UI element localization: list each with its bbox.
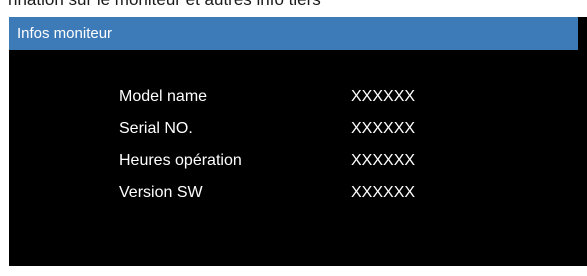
clipped-page-caption: nnation sur le moniteur et autres info t… [0,0,587,11]
info-label: Heures opération [119,152,242,169]
info-value: XXXXXX [351,88,416,105]
info-value: XXXXXX [351,184,416,201]
info-row-operating-hours: Heures opération XXXXXX [9,149,578,173]
info-value: XXXXXX [351,152,416,169]
info-label: Model name [119,88,208,105]
title-bar: Infos moniteur [9,17,578,50]
info-row-model-name: Model name XXXXXX [9,85,578,109]
window-title: Infos moniteur [17,25,113,42]
info-label: Serial NO. [119,120,193,137]
info-value: XXXXXX [351,120,416,137]
info-row-sw-version: Version SW XXXXXX [9,181,578,205]
info-row-serial-no: Serial NO. XXXXXX [9,117,578,141]
info-label: Version SW [119,184,203,201]
monitor-info-window: Infos moniteur Model name XXXXXX Serial … [9,17,587,266]
